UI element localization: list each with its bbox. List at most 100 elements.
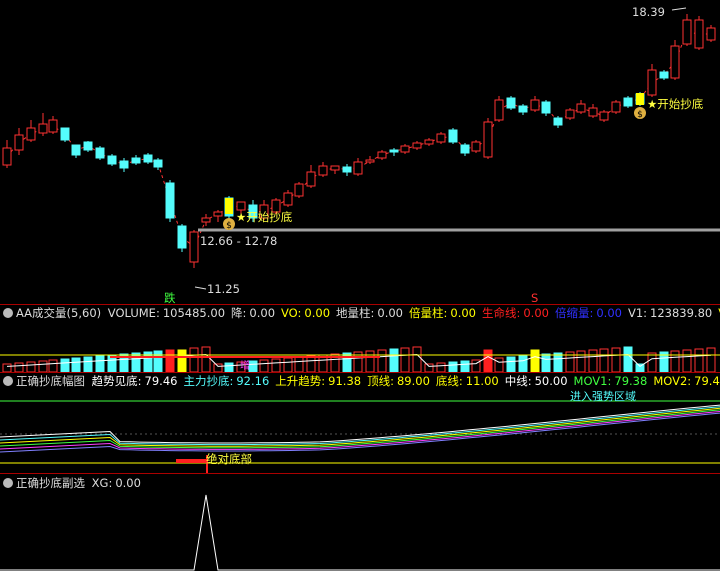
volume-bar — [400, 347, 410, 372]
legend-item-label: 底线: — [435, 374, 463, 388]
indicator-pane-header: 正确抄底幅图 趋势见底: 79.46 主力抄底: 92.16 上升趋势: 91.38 顶线:… — [0, 373, 720, 389]
legend-item-value: 0.00 — [115, 476, 141, 490]
candle-body — [213, 211, 223, 217]
legend-item: 趋势见底: 79.46 — [92, 374, 181, 388]
volume-bar — [365, 350, 375, 372]
legend-item: 上升趋势: 91.38 — [275, 374, 364, 388]
legend-item-label: 上升趋势: — [275, 374, 326, 388]
legend-item: 中线: 50.00 — [505, 374, 571, 388]
volume-bar — [623, 346, 633, 372]
legend-item: 倍量柱: 0.00 — [409, 306, 479, 320]
candle-body — [694, 19, 704, 49]
volume-bar — [694, 348, 704, 372]
candle-body — [26, 127, 36, 141]
volume-bar — [38, 360, 48, 372]
signal-candle — [225, 198, 233, 214]
volume-bar — [271, 358, 281, 372]
legend-item-label: 倍缩量: — [554, 306, 594, 320]
volume-bar — [177, 349, 187, 372]
volume-bar — [131, 352, 141, 372]
candle-body — [153, 159, 163, 168]
candle-body — [95, 147, 105, 159]
volume-bar — [436, 362, 446, 372]
price-chart-pane[interactable]: $ $ 18.39 11.25 12.66 - 12.78 ★开始抄底 ★开始抄底… — [0, 0, 720, 305]
legend-item-value: 79.46 — [144, 374, 178, 388]
volume-pane-title: AA成交量(5,60) — [16, 306, 102, 320]
low-price-label: 11.25 — [207, 282, 240, 296]
candle-body — [518, 105, 528, 113]
candle-body — [460, 144, 470, 154]
volume-bar — [588, 349, 598, 372]
volume-bar — [706, 347, 716, 372]
volume-mini-label: 增 — [240, 361, 250, 372]
candle-body — [623, 97, 633, 107]
candle-body — [294, 183, 304, 197]
candle-body — [400, 145, 410, 153]
volume-bar — [448, 361, 458, 372]
legend-item-label: MOV2: — [653, 374, 692, 388]
candle-body — [353, 161, 363, 175]
volume-bar — [201, 346, 211, 372]
candle-body — [201, 217, 211, 223]
legend-item-value: 0.00 — [249, 306, 276, 320]
candle-body — [424, 139, 434, 145]
candle-body — [131, 157, 141, 164]
xg-spike-line — [0, 494, 720, 571]
gear-icon[interactable] — [3, 376, 13, 386]
candle-body — [177, 225, 187, 249]
legend-item-value: 0.00 — [304, 306, 331, 320]
candle-body — [448, 129, 458, 143]
gear-icon[interactable] — [3, 308, 13, 318]
volume-bar — [153, 350, 163, 372]
candle-body — [647, 69, 657, 96]
volume-bar — [189, 347, 199, 372]
candle-body — [576, 103, 586, 113]
buy-signal-label-left: ★开始抄底 — [236, 210, 293, 224]
candle-body — [530, 99, 540, 111]
gear-icon[interactable] — [3, 478, 13, 488]
legend-item-label: 主力抄底: — [183, 374, 234, 388]
indicator-chart-pane[interactable]: 绝对底部 进入强势区域 — [0, 389, 720, 473]
candlestick-chart[interactable]: $$ — [0, 0, 720, 304]
high-price-label: 18.39 — [632, 5, 665, 19]
money-bag-icon: $ — [637, 110, 643, 120]
high-arrow — [671, 7, 687, 11]
volume-bar — [48, 359, 58, 372]
volume-bar — [635, 363, 645, 372]
legend-item: VO: 0.00 — [281, 306, 333, 320]
candle-body — [107, 155, 117, 165]
legend-item-label: 中线: — [504, 374, 532, 388]
legend-item: XG: 0.00 — [92, 476, 144, 490]
candle-body — [48, 119, 58, 133]
volume-bar — [165, 349, 175, 372]
volume-bar — [71, 357, 81, 372]
support-range-label: 12.66 - 12.78 — [200, 234, 278, 248]
volume-bar — [670, 350, 680, 372]
volume-bar — [647, 352, 657, 372]
candle-body — [38, 123, 48, 134]
legend-item-label: XG: — [91, 476, 113, 490]
buy-signal-label-right: ★开始抄底 — [647, 97, 704, 111]
volume-bar — [530, 349, 540, 372]
volume-bar — [14, 362, 24, 372]
candle-body — [14, 134, 24, 151]
volume-chart-pane[interactable]: 增 — [0, 321, 720, 372]
volume-bar — [60, 358, 70, 372]
candle-body — [541, 101, 551, 114]
candle-body — [365, 159, 375, 163]
candle-body — [483, 121, 493, 158]
sub-chart-pane[interactable] — [0, 491, 720, 571]
candle-body — [377, 151, 387, 159]
legend-item-label: VO: — [281, 306, 302, 320]
candle-body — [412, 142, 422, 149]
strong-zone-label: 进入强势区域 — [570, 390, 636, 403]
volume-bar — [213, 363, 223, 372]
volume-legend: VOLUME: 105485.00 降: 0.00 VO: 0.00 地量柱: 0.00 倍量柱… — [108, 306, 720, 320]
candle-body — [659, 71, 669, 79]
volume-bar — [377, 349, 387, 372]
legend-item-label: 顶线: — [367, 374, 394, 388]
signal-candle — [636, 93, 644, 105]
volume-bar — [506, 356, 516, 372]
indicator-pane-title: 正确抄底幅图 — [16, 374, 85, 388]
xg-signal-chart — [0, 494, 720, 571]
